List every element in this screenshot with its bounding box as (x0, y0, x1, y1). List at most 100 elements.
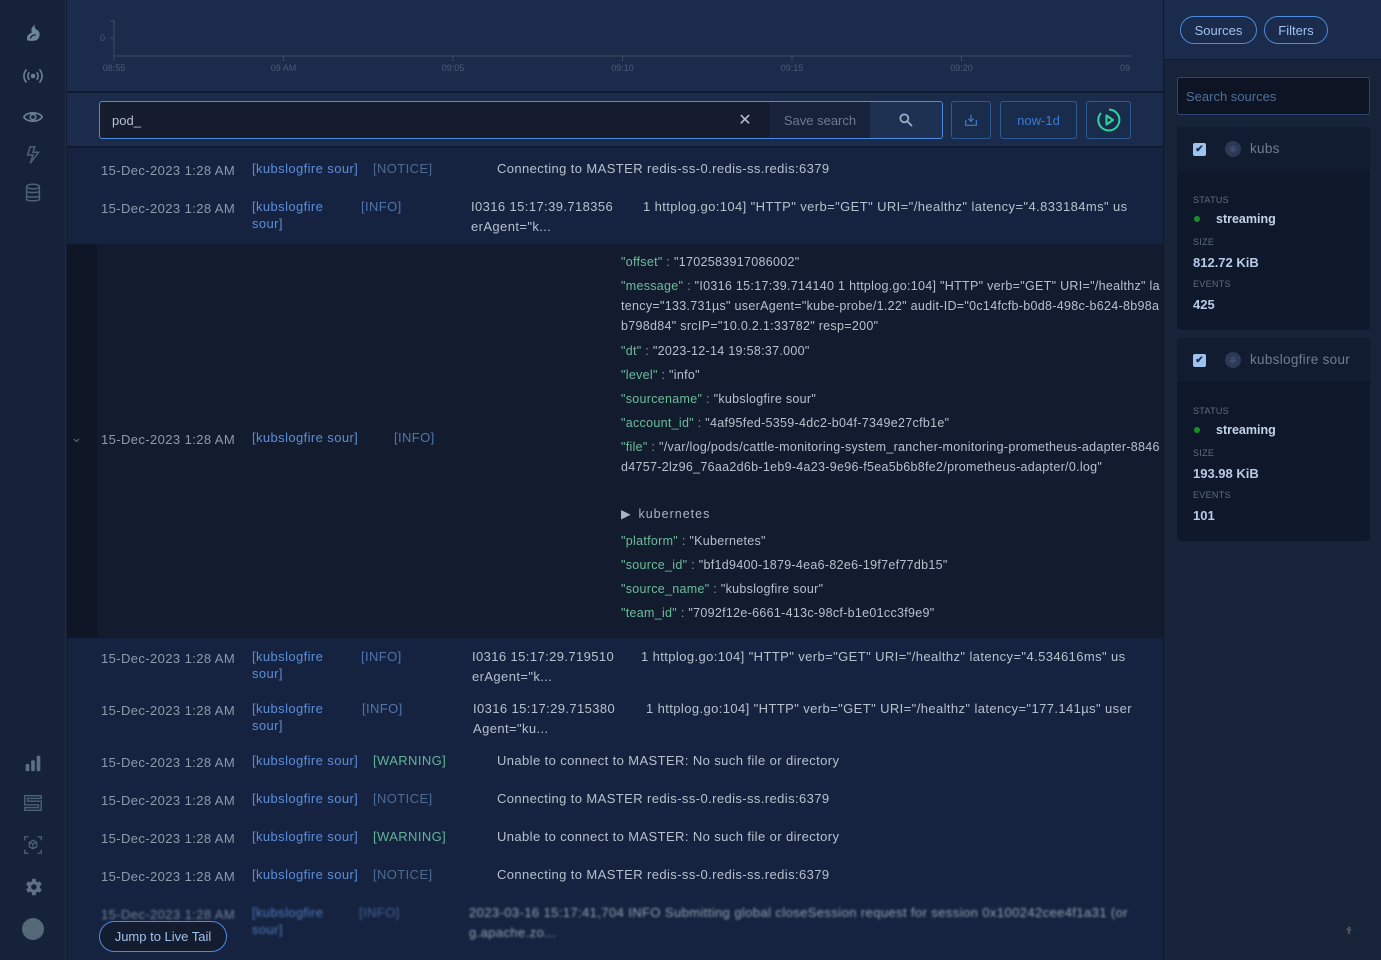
status-value: streaming (1216, 423, 1276, 437)
status-label: STATUS (1193, 195, 1229, 205)
log-source[interactable]: [kubslogfire sour] (252, 791, 358, 806)
logo-s-icon[interactable] (20, 790, 46, 816)
caret-right-icon: ▶ (621, 507, 631, 521)
log-row[interactable]: 15-Dec-2023 1:28 AM [kubslogfire sour] [I… (67, 905, 1163, 960)
search-sources-input[interactable] (1177, 77, 1370, 115)
log-message-head: I0316 15:17:29.715380 (473, 701, 616, 716)
field-message: "message" : "I0316 15:17:39.714140 1 htt… (621, 276, 1161, 336)
x-tick-label: 09:20 (950, 63, 973, 73)
field-key: "account_id" (621, 416, 694, 430)
save-search-button[interactable]: Save search (770, 102, 870, 138)
status-dot (1194, 427, 1200, 433)
lightning-icon[interactable] (20, 142, 46, 168)
source-checkbox[interactable]: ✔ (1193, 354, 1206, 367)
log-source[interactable]: [kubslogfire sour] (252, 161, 358, 176)
search-button[interactable] (870, 102, 942, 138)
field-separator: : (687, 279, 691, 293)
events-value: 101 (1193, 508, 1215, 523)
search-input[interactable] (100, 102, 730, 138)
log-level: [INFO] (361, 199, 402, 214)
log-message-line2: erAgent="k... (471, 219, 552, 234)
log-level: [INFO] (361, 649, 402, 664)
tab-sources[interactable]: Sources (1180, 16, 1257, 44)
logo-icon[interactable] (20, 20, 46, 46)
database-icon[interactable] (20, 180, 46, 206)
field-file: "file" : "/var/log/pods/cattle-monitorin… (621, 437, 1161, 477)
log-level: [WARNING] (373, 829, 447, 844)
field-key: "team_id" (621, 606, 678, 620)
log-list[interactable]: 15-Dec-2023 1:28 AM [kubslogfire sour] [… (67, 148, 1163, 960)
log-message-line2: g.apache.zo... (469, 925, 557, 940)
log-source[interactable]: [kubslogfire sour] (252, 867, 358, 882)
avatar[interactable] (20, 916, 46, 942)
expanded-log-row[interactable]: ⌄ 15-Dec-2023 1:28 AM [kubslogfire sour]… (67, 244, 1163, 638)
live-broadcast-icon[interactable] (20, 63, 46, 89)
log-row[interactable]: 15-Dec-2023 1:28 AM [kubslogfire sour] [I… (67, 199, 1163, 244)
log-message-head: I0316 15:17:29.719510 (472, 649, 615, 664)
field-separator: : (661, 368, 666, 382)
field-account-id: "account_id" : "4af95fed-5359-4dc2-b04f-… (621, 413, 1161, 433)
cube-scan-icon[interactable] (20, 832, 46, 858)
feedback-icon[interactable] (1339, 920, 1359, 940)
log-timestamp: 15-Dec-2023 1:28 AM (101, 651, 236, 666)
log-source[interactable]: [kubslogfire sour] (252, 701, 323, 736)
log-source[interactable]: [kubslogfire sour] (252, 829, 358, 844)
log-message-head: I0316 15:17:39.718356 (471, 199, 614, 214)
log-level: [NOTICE] (373, 791, 433, 806)
download-icon (965, 114, 977, 126)
log-level: [INFO] (362, 701, 403, 716)
kubernetes-toggle[interactable]: ▶ kubernetes (621, 504, 1161, 524)
field-value: "I0316 15:17:39.714140 1 httplog.go:104]… (621, 279, 1160, 333)
field-key: "file" (621, 440, 648, 454)
histogram-svg: 0 08:55 09 AM 09:05 09:10 09:15 09:20 09 (100, 20, 1131, 73)
log-source[interactable]: [kubslogfire sour] (252, 753, 358, 768)
field-separator: : (666, 255, 671, 269)
chevron-down-icon[interactable]: ⌄ (71, 430, 82, 446)
x-tick-label: 09:05 (442, 63, 465, 73)
log-level: [NOTICE] (373, 161, 433, 176)
field-key: "offset" (621, 255, 663, 269)
log-row[interactable]: 15-Dec-2023 1:28 AM [kubslogfire sour] [… (67, 161, 1163, 199)
tab-filters[interactable]: Filters (1264, 16, 1328, 44)
field-key: "platform" (621, 534, 679, 548)
jump-to-live-tail-button[interactable]: Jump to Live Tail (99, 921, 227, 952)
time-range-button[interactable]: now-1d (1000, 101, 1077, 139)
log-timestamp: 15-Dec-2023 1:28 AM (101, 869, 236, 884)
log-source[interactable]: [kubslogfire sour] (252, 649, 323, 684)
eye-icon[interactable] (20, 104, 46, 130)
size-label: SIZE (1193, 237, 1215, 247)
log-source[interactable]: [kubslogfire sour] (252, 199, 323, 234)
log-message-tail: 1 httplog.go:104] "HTTP" verb="GET" URI=… (641, 649, 1126, 664)
log-row[interactable]: 15-Dec-2023 1:28 AM [kubslogfire sour] [I… (67, 649, 1163, 701)
field-separator: : (697, 416, 702, 430)
log-message-line2: erAgent="k... (472, 669, 553, 684)
log-timestamp: 15-Dec-2023 1:28 AM (101, 703, 236, 718)
source-card: ✔ ⎈ kubs STATUS streaming SIZE 812.72 Ki… (1177, 127, 1370, 330)
log-row[interactable]: 15-Dec-2023 1:28 AM [kubslogfire sour] [… (67, 791, 1163, 829)
log-source[interactable]: [kubslogfire sour] (252, 430, 358, 445)
log-row[interactable]: 15-Dec-2023 1:28 AM [kubslogfire sour] [… (67, 829, 1163, 867)
source-name: kubs (1250, 141, 1280, 156)
log-source-line: [kubslogfire (252, 199, 324, 214)
field-key: "dt" (621, 344, 642, 358)
log-source[interactable]: [kubslogfire sour] (252, 905, 323, 940)
live-tail-play-button[interactable] (1086, 101, 1131, 139)
bar-chart-icon[interactable] (20, 750, 46, 776)
download-button[interactable] (951, 101, 991, 139)
log-row[interactable]: 15-Dec-2023 1:28 AM [kubslogfire sour] [… (67, 867, 1163, 905)
log-message: Connecting to MASTER redis-ss-0.redis-ss… (497, 161, 830, 176)
source-card-header: ✔ ⎈ kubslogfire sour (1177, 338, 1370, 382)
gear-icon[interactable] (20, 874, 46, 900)
events-value: 425 (1193, 297, 1215, 312)
field-separator: : (713, 582, 718, 596)
log-row[interactable]: 15-Dec-2023 1:28 AM [kubslogfire sour] [I… (67, 701, 1163, 753)
clear-search-button[interactable]: ✕ (730, 102, 760, 138)
log-message: Unable to connect to MASTER: No such fil… (497, 753, 840, 768)
log-source-line: [kubslogfire (252, 905, 324, 920)
field-key: "level" (621, 368, 658, 382)
log-row[interactable]: 15-Dec-2023 1:28 AM [kubslogfire sour] [… (67, 753, 1163, 791)
events-label: EVENTS (1193, 490, 1231, 500)
log-source-line: sour] (252, 718, 283, 733)
kubernetes-icon: ⎈ (1225, 352, 1241, 368)
source-checkbox[interactable]: ✔ (1193, 143, 1206, 156)
